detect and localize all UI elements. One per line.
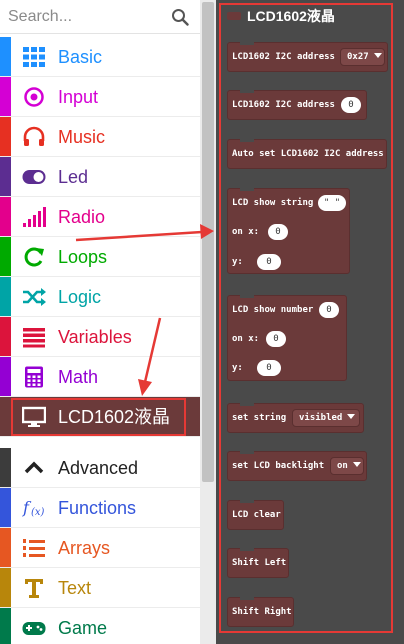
calculator-icon [25, 366, 43, 388]
search-input[interactable] [8, 6, 158, 28]
annotation-flyout-box [219, 3, 393, 633]
gamepad-icon [22, 622, 46, 635]
category-color-bar [0, 528, 11, 567]
category-label: Basic [58, 47, 103, 67]
category-color-bar [0, 357, 11, 396]
category-color-bar [0, 608, 11, 644]
toggle-icon [22, 170, 46, 184]
category-math[interactable]: Math [0, 357, 200, 397]
text-icon [25, 579, 43, 598]
category-label: Music [58, 127, 106, 147]
category-color-bar [0, 317, 11, 356]
category-functions[interactable]: f (x) Functions [0, 488, 200, 528]
category-color-bar [0, 77, 11, 116]
grid-icon [23, 47, 45, 67]
category-label: Radio [58, 207, 106, 227]
category-color-bar [0, 277, 11, 316]
category-led[interactable]: Led [0, 157, 200, 197]
category-color-bar [0, 568, 11, 607]
category-label: Logic [58, 287, 102, 307]
category-arrays[interactable]: Arrays [0, 528, 200, 568]
category-label: Arrays [58, 538, 111, 558]
category-label: Functions [58, 498, 137, 518]
category-label: Text [58, 578, 92, 598]
category-label: Led [58, 167, 89, 187]
category-label: Game [58, 618, 108, 638]
category-color-bar [0, 37, 11, 76]
category-color-bar [0, 157, 11, 196]
category-color-bar [0, 197, 11, 236]
category-label: Advanced [58, 458, 139, 478]
toolbox: Basic Input Music Led [0, 0, 200, 644]
category-variables[interactable]: Variables [0, 317, 200, 357]
loop-icon [24, 247, 44, 267]
svg-text:(x): (x) [31, 507, 45, 518]
search-icon[interactable] [171, 8, 189, 26]
category-color-bar [0, 488, 11, 527]
toolbox-scrollbar-thumb[interactable] [202, 2, 214, 482]
category-radio[interactable]: Radio [0, 197, 200, 237]
category-game[interactable]: Game [0, 608, 200, 644]
category-loops[interactable]: Loops [0, 237, 200, 277]
shuffle-icon [23, 288, 46, 306]
category-color-bar [0, 397, 11, 436]
category-color-bar [0, 448, 11, 487]
category-basic[interactable]: Basic [0, 37, 200, 77]
numbered-list-icon [23, 539, 45, 557]
function-icon: f (x) [22, 498, 45, 518]
category-logic[interactable]: Logic [0, 277, 200, 317]
category-label: Loops [58, 247, 108, 267]
category-advanced[interactable]: Advanced [0, 448, 200, 488]
category-color-bar [0, 237, 11, 276]
category-music[interactable]: Music [0, 117, 200, 157]
category-label: Variables [58, 327, 132, 347]
category-color-bar [0, 117, 11, 156]
target-icon [24, 87, 44, 107]
category-label: Input [58, 87, 99, 107]
category-text[interactable]: Text [0, 568, 200, 608]
chevron-up-icon [24, 461, 44, 474]
search-box [0, 0, 200, 34]
category-label: Math [58, 367, 99, 387]
list-icon [23, 328, 45, 348]
annotation-highlight-box [11, 398, 186, 436]
category-separator [0, 440, 200, 448]
headphones-icon [23, 126, 45, 146]
signal-icon [23, 207, 46, 227]
category-input[interactable]: Input [0, 77, 200, 117]
